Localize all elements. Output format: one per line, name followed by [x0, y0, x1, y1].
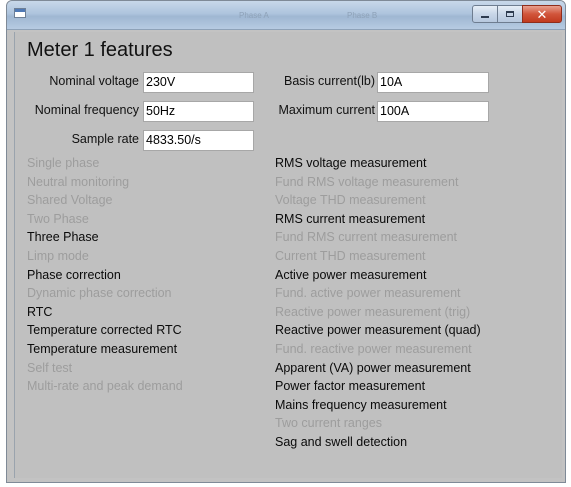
basis-current-field[interactable]: 10A: [377, 72, 489, 93]
feature-item: Two current ranges: [275, 416, 382, 431]
title-bar[interactable]: Phase A Phase B ✕: [7, 1, 565, 30]
content-panel: Meter 1 features Nominal voltage 230V No…: [14, 32, 562, 478]
feature-item: Fund. reactive power measurement: [275, 342, 472, 356]
feature-item: Shared Voltage: [27, 193, 113, 208]
nominal-frequency-field[interactable]: 50Hz: [143, 101, 254, 122]
feature-item: Reactive power measurement (quad): [275, 323, 481, 338]
basis-current-label: Basis current(lb): [284, 74, 375, 88]
feature-item: RMS current measurement: [275, 211, 426, 226]
feature-item: Dynamic phase correction: [27, 286, 172, 301]
feature-item: RMS voltage measurement: [275, 156, 427, 170]
ghost-tab-label: Phase A: [239, 11, 269, 20]
minimize-icon: [481, 16, 489, 18]
close-icon: ✕: [536, 6, 548, 22]
maximize-button[interactable]: [497, 5, 523, 23]
ghost-tab-label: Phase B: [347, 11, 378, 20]
sample-rate-field[interactable]: 4833.50/s: [143, 130, 254, 151]
meter-features-window: Phase A Phase B ✕ Meter 1 features Nomin…: [6, 0, 566, 483]
feature-item: Fund. active power measurement: [275, 286, 461, 301]
feature-item: Fund RMS current measurement: [275, 230, 458, 245]
feature-item: Three Phase: [27, 230, 99, 245]
nominal-voltage-label: Nominal voltage: [49, 74, 139, 88]
feature-item: Limp mode: [27, 249, 89, 263]
feature-item: Neutral monitoring: [27, 174, 130, 189]
app-icon[interactable]: [14, 8, 26, 18]
close-button[interactable]: ✕: [522, 5, 562, 23]
feature-item: Apparent (VA) power measurement: [275, 360, 471, 375]
feature-item: Active power measurement: [275, 267, 427, 282]
feature-item: Reactive power measurement (trig): [275, 304, 471, 319]
page-title: Meter 1 features: [27, 39, 173, 61]
feature-item: Two Phase: [27, 211, 89, 226]
sample-rate-label: Sample rate: [71, 132, 139, 146]
feature-item: Phase correction: [27, 267, 121, 282]
feature-item: Voltage THD measurement: [275, 193, 426, 208]
feature-item: Power factor measurement: [275, 379, 426, 394]
maximize-icon: [506, 11, 514, 17]
nominal-voltage-field[interactable]: 230V: [143, 72, 254, 93]
feature-item: Mains frequency measurement: [275, 397, 447, 412]
maximum-current-field[interactable]: 100A: [377, 101, 489, 122]
nominal-frequency-label: Nominal frequency: [34, 103, 139, 117]
feature-item: Fund RMS voltage measurement: [275, 174, 459, 189]
maximum-current-label: Maximum current: [278, 103, 375, 117]
feature-item: Self test: [27, 360, 73, 375]
feature-item: Sag and swell detection: [275, 435, 408, 449]
feature-item: Temperature corrected RTC: [27, 323, 182, 338]
feature-item: Multi-rate and peak demand: [27, 379, 183, 394]
minimize-button[interactable]: [472, 5, 498, 23]
feature-item: RTC: [27, 304, 53, 319]
feature-item: Current THD measurement: [275, 249, 426, 263]
feature-item: Temperature measurement: [27, 342, 178, 356]
feature-item: Single phase: [27, 156, 100, 170]
